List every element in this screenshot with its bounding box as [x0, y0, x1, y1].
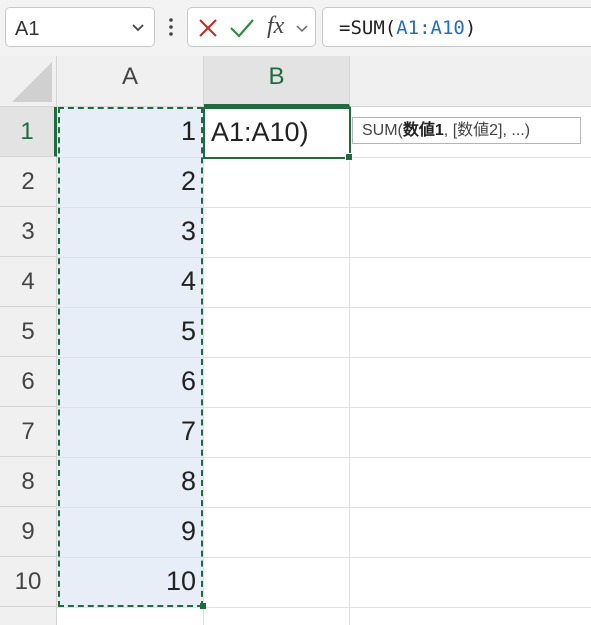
row-header-10[interactable]: 10 [0, 557, 57, 607]
active-cell-b1[interactable]: A1:A10) [203, 107, 351, 159]
function-argument-tooltip[interactable]: SUM(数値1, [数値2], ...) [352, 117, 581, 144]
formula-buttons: fx [187, 7, 316, 47]
row-header-7[interactable]: 7 [0, 407, 57, 457]
active-cell-content: A1:A10) [211, 117, 309, 147]
worksheet-grid: A B 1 2 3 4 5 6 7 8 9 10 1 2 3 4 5 6 7 8… [0, 56, 591, 625]
tooltip-function[interactable]: SUM( [362, 122, 403, 139]
column-header-b[interactable]: B [204, 56, 350, 107]
chevron-down-icon[interactable] [130, 19, 146, 35]
formula-input[interactable]: =SUM(A1:A10) [322, 7, 591, 47]
formula-suffix: ) [464, 17, 477, 39]
more-options-icon[interactable] [167, 14, 175, 40]
reference-resize-handle[interactable] [200, 603, 206, 609]
column-header-c[interactable] [350, 56, 591, 107]
cancel-icon[interactable] [198, 18, 218, 38]
tooltip-current-arg[interactable]: 数値1 [403, 122, 444, 139]
insert-function-icon[interactable]: fx [267, 13, 284, 40]
row-header-4[interactable]: 4 [0, 257, 57, 307]
tooltip-rest: , [数値2], ...) [443, 122, 531, 139]
row-header-6[interactable]: 6 [0, 357, 57, 407]
row-header-2[interactable]: 2 [0, 157, 57, 207]
column-header-a[interactable]: A [57, 56, 204, 107]
formula-bar-area: A1 fx =SUM(A1:A10) [0, 0, 591, 56]
row-header-8[interactable]: 8 [0, 457, 57, 507]
name-box-value: A1 [15, 18, 40, 40]
fill-handle[interactable] [345, 153, 353, 161]
row-header-11[interactable] [0, 607, 57, 625]
row-header-9[interactable]: 9 [0, 507, 57, 557]
select-all-corner[interactable] [0, 56, 57, 107]
enter-check-icon[interactable] [229, 17, 255, 39]
row-header-1[interactable]: 1 [0, 107, 57, 157]
formula-reference: A1:A10 [396, 17, 465, 39]
cell-area[interactable]: 1 2 3 4 5 6 7 8 9 10 A1:A10) [57, 107, 591, 625]
chevron-down-icon[interactable] [295, 21, 309, 35]
formula-prefix: =SUM( [339, 17, 397, 39]
row-header-3[interactable]: 3 [0, 207, 57, 257]
formula-text: =SUM(A1:A10) [339, 17, 476, 39]
reference-marquee [58, 107, 203, 607]
row-header-5[interactable]: 5 [0, 307, 57, 357]
name-box[interactable]: A1 [5, 7, 155, 47]
